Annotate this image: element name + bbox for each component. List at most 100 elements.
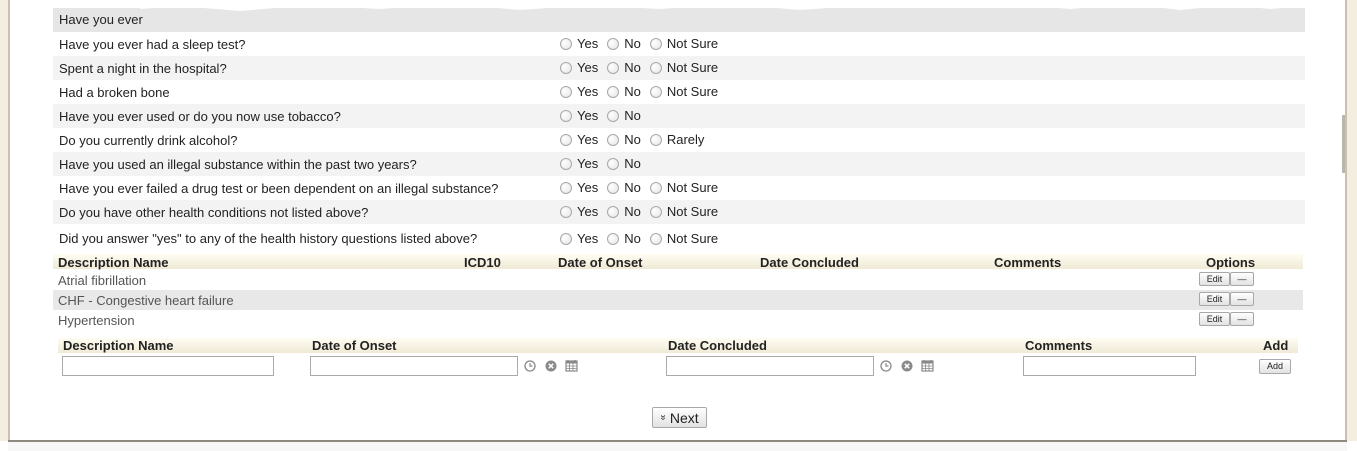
- question-row-sleep-test: Have you ever had a sleep test? Yes No N…: [53, 32, 1305, 56]
- question-text: Have you used an illegal substance withi…: [59, 157, 417, 172]
- question-text: Had a broken bone: [59, 85, 170, 100]
- option-not-sure[interactable]: Not Sure: [649, 204, 718, 219]
- date-concluded-input[interactable]: [666, 356, 874, 376]
- radio-button[interactable]: [560, 85, 572, 98]
- remove-button[interactable]: —: [1230, 312, 1254, 326]
- radio-button[interactable]: [649, 205, 662, 218]
- radio-button[interactable]: [560, 133, 572, 146]
- option-yes[interactable]: Yes: [560, 36, 598, 51]
- condition-name: Atrial fibrillation: [58, 273, 147, 288]
- option-yes[interactable]: Yes: [560, 204, 598, 219]
- radio-button[interactable]: [649, 61, 662, 74]
- radio-button[interactable]: [607, 157, 620, 170]
- radio-button[interactable]: [560, 37, 572, 50]
- option-not-sure[interactable]: Not Sure: [649, 231, 718, 246]
- radio-button[interactable]: [607, 133, 620, 146]
- clock-icon[interactable]: [524, 360, 536, 372]
- question-row-drug-test: Have you ever failed a drug test or been…: [53, 176, 1305, 200]
- option-no[interactable]: No: [607, 156, 641, 171]
- option-no[interactable]: No: [607, 132, 641, 147]
- radio-button[interactable]: [607, 205, 620, 218]
- option-no[interactable]: No: [607, 60, 641, 75]
- option-rarely[interactable]: Rarely: [649, 132, 704, 147]
- option-yes[interactable]: Yes: [560, 60, 598, 75]
- option-no[interactable]: No: [607, 84, 641, 99]
- radio-button[interactable]: [649, 37, 662, 50]
- option-not-sure[interactable]: Not Sure: [649, 84, 718, 99]
- date-of-onset-input[interactable]: [310, 356, 518, 376]
- radio-button[interactable]: [607, 109, 620, 122]
- radio-button[interactable]: [607, 37, 620, 50]
- column-description-name: Description Name: [63, 338, 174, 353]
- edit-button[interactable]: Edit: [1199, 312, 1230, 326]
- radio-button[interactable]: [560, 232, 572, 245]
- question-row-tobacco: Have you ever used or do you now use tob…: [53, 104, 1305, 128]
- option-yes[interactable]: Yes: [560, 156, 598, 171]
- column-date-of-onset: Date of Onset: [558, 255, 643, 270]
- condition-row: CHF - Congestive heart failure Edit —: [53, 290, 1303, 310]
- option-yes[interactable]: Yes: [560, 180, 598, 195]
- section-header: Have you ever: [59, 12, 143, 27]
- condition-row: Hypertension Edit —: [53, 310, 1303, 330]
- question-row-answered-yes: Did you answer "yes" to any of the healt…: [53, 225, 1305, 251]
- calendar-icon[interactable]: [565, 359, 578, 372]
- column-date-concluded: Date Concluded: [668, 338, 767, 353]
- radio-button[interactable]: [560, 109, 572, 122]
- option-no[interactable]: No: [607, 231, 641, 246]
- question-row-hospital: Spent a night in the hospital? Yes No No…: [53, 56, 1305, 80]
- right-frame: [1345, 0, 1357, 441]
- option-no[interactable]: No: [607, 204, 641, 219]
- option-yes[interactable]: Yes: [560, 132, 598, 147]
- add-button[interactable]: Add: [1259, 359, 1291, 374]
- left-frame: [0, 0, 10, 441]
- remove-button[interactable]: —: [1230, 272, 1254, 286]
- question-text: Do you currently drink alcohol?: [59, 133, 238, 148]
- question-text: Spent a night in the hospital?: [59, 61, 227, 76]
- option-yes[interactable]: Yes: [560, 108, 598, 123]
- remove-button[interactable]: —: [1230, 292, 1254, 306]
- radio-button[interactable]: [649, 133, 662, 146]
- option-no[interactable]: No: [607, 36, 641, 51]
- column-options: Options: [1206, 255, 1256, 270]
- edit-button[interactable]: Edit: [1199, 292, 1230, 306]
- calendar-icon[interactable]: [921, 359, 934, 372]
- torn-edge-decoration: [140, 0, 1305, 11]
- question-text: Have you ever had a sleep test?: [59, 37, 246, 52]
- radio-button[interactable]: [607, 232, 620, 245]
- column-date-of-onset: Date of Onset: [312, 338, 397, 353]
- radio-button[interactable]: [560, 61, 572, 74]
- option-yes[interactable]: Yes: [560, 231, 598, 246]
- clear-icon[interactable]: [545, 360, 557, 372]
- condition-name: Hypertension: [58, 313, 135, 328]
- next-button[interactable]: » Next: [652, 407, 707, 428]
- option-not-sure[interactable]: Not Sure: [649, 180, 718, 195]
- question-row-illegal-substance: Have you used an illegal substance withi…: [53, 152, 1305, 176]
- edit-button[interactable]: Edit: [1199, 272, 1230, 286]
- column-add: Add: [1263, 338, 1289, 353]
- radio-button[interactable]: [649, 85, 662, 98]
- option-yes[interactable]: Yes: [560, 84, 598, 99]
- option-no[interactable]: No: [607, 108, 641, 123]
- radio-button[interactable]: [607, 181, 620, 194]
- question-row-alcohol: Do you currently drink alcohol? Yes No R…: [53, 128, 1305, 152]
- radio-button[interactable]: [560, 181, 572, 194]
- option-not-sure[interactable]: Not Sure: [649, 36, 718, 51]
- scrollbar-thumb[interactable]: [1342, 115, 1345, 173]
- radio-button[interactable]: [560, 157, 572, 170]
- comments-input[interactable]: [1023, 356, 1196, 376]
- add-condition-header: Description Name Date of Onset Date Conc…: [58, 338, 1298, 353]
- radio-button[interactable]: [607, 85, 620, 98]
- option-not-sure[interactable]: Not Sure: [649, 60, 718, 75]
- radio-button[interactable]: [560, 205, 572, 218]
- description-name-input[interactable]: [62, 356, 274, 376]
- question-text: Do you have other health conditions not …: [59, 205, 369, 220]
- radio-button[interactable]: [649, 232, 662, 245]
- clock-icon[interactable]: [880, 360, 892, 372]
- clear-icon[interactable]: [901, 360, 913, 372]
- radio-button[interactable]: [649, 181, 662, 194]
- option-no[interactable]: No: [607, 180, 641, 195]
- radio-button[interactable]: [607, 61, 620, 74]
- question-row-other-conditions: Do you have other health conditions not …: [53, 200, 1305, 224]
- next-button-label: Next: [669, 409, 699, 426]
- question-text: Have you ever failed a drug test or been…: [59, 181, 499, 196]
